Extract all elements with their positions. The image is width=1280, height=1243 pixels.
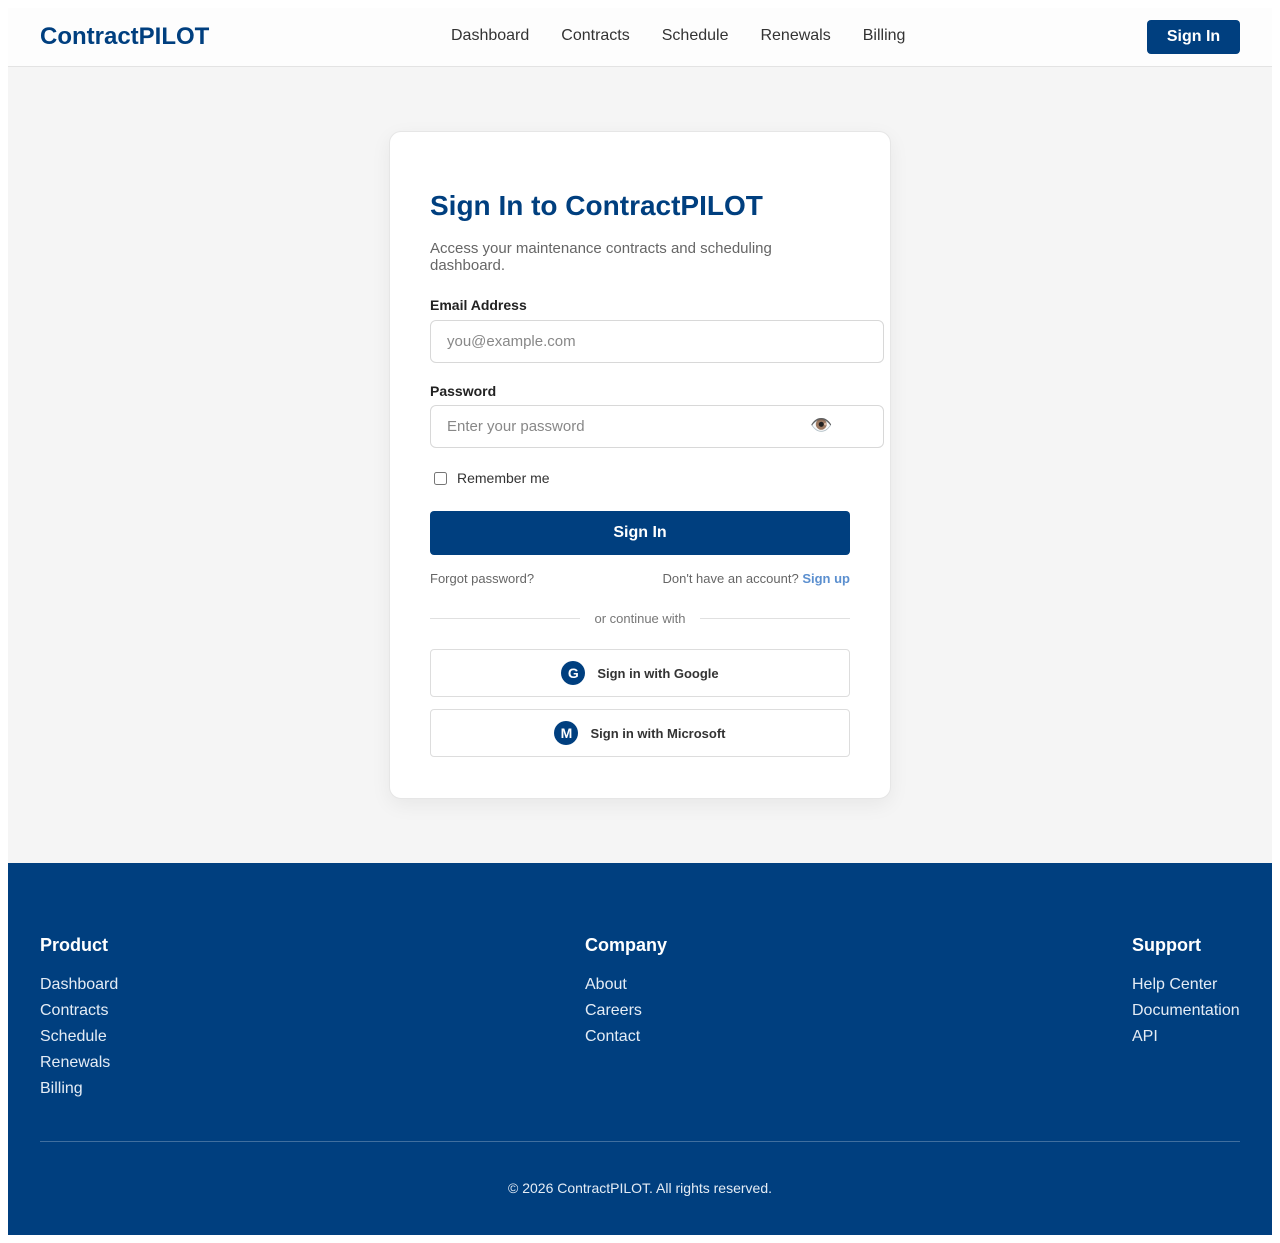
- footer-support-heading: Support: [1132, 935, 1201, 955]
- footer-link-about[interactable]: About: [585, 972, 667, 998]
- microsoft-sign-in-button[interactable]: M Sign in with Microsoft: [430, 709, 850, 757]
- nav-schedule[interactable]: Schedule: [662, 27, 729, 45]
- logo[interactable]: ContractPILOT: [40, 23, 209, 51]
- header-sign-in-button[interactable]: Sign In: [1147, 20, 1240, 54]
- nav-dashboard[interactable]: Dashboard: [451, 27, 529, 45]
- nav-billing[interactable]: Billing: [863, 27, 906, 45]
- sign-up-link[interactable]: Sign up: [802, 571, 850, 586]
- microsoft-icon: M: [554, 721, 579, 745]
- remember-me-checkbox[interactable]: [434, 471, 447, 485]
- site-footer: Product Dashboard Contracts Schedule Ren…: [8, 863, 1272, 1235]
- no-account-text: Don't have an account?: [662, 571, 799, 586]
- sign-in-card: Sign In to ContractPILOT Access your mai…: [389, 131, 891, 799]
- footer-product-heading: Product: [40, 935, 109, 955]
- footer-link-api[interactable]: API: [1132, 1024, 1240, 1050]
- google-sign-in-label: Sign in with Google: [597, 665, 719, 681]
- page-title: Sign In to ContractPILOT: [430, 190, 763, 221]
- footer-link-billing[interactable]: Billing: [40, 1076, 118, 1102]
- divider-line-right: [700, 618, 850, 619]
- show-password-icon[interactable]: 👁️: [810, 415, 832, 436]
- footer-company-heading: Company: [585, 935, 668, 955]
- nav-contracts[interactable]: Contracts: [561, 27, 629, 45]
- nav-renewals[interactable]: Renewals: [760, 27, 830, 45]
- sign-in-button[interactable]: Sign In: [430, 511, 850, 555]
- footer-link-contracts[interactable]: Contracts: [40, 998, 118, 1024]
- password-label: Password: [430, 383, 497, 399]
- page: ContractPILOT Dashboard Contracts Schedu…: [8, 8, 1272, 1235]
- footer-link-dashboard[interactable]: Dashboard: [40, 972, 118, 998]
- footer-product: Product Dashboard Contracts Schedule Ren…: [40, 935, 118, 1102]
- microsoft-sign-in-label: Sign in with Microsoft: [590, 725, 726, 741]
- site-header: ContractPILOT Dashboard Contracts Schedu…: [8, 8, 1272, 67]
- social-divider: or continue with: [430, 611, 850, 626]
- footer-link-careers[interactable]: Careers: [585, 998, 667, 1024]
- email-input[interactable]: [430, 320, 884, 363]
- footer-link-renewals[interactable]: Renewals: [40, 1050, 118, 1076]
- google-icon: G: [561, 661, 586, 685]
- forgot-password-link[interactable]: Forgot password?: [430, 571, 534, 586]
- email-label: Email Address: [430, 297, 527, 313]
- footer-link-documentation[interactable]: Documentation: [1132, 998, 1240, 1024]
- footer-link-schedule[interactable]: Schedule: [40, 1024, 118, 1050]
- signup-prompt: Don't have an account? Sign up: [663, 571, 851, 586]
- footer-support: Support Help Center Documentation API: [1132, 935, 1240, 1050]
- footer-divider: [40, 1141, 1240, 1142]
- remember-me: Remember me: [430, 470, 550, 486]
- page-subtitle: Access your maintenance contracts and sc…: [430, 240, 772, 274]
- footer-company: Company About Careers Contact: [585, 935, 667, 1050]
- footer-link-contact[interactable]: Contact: [585, 1024, 667, 1050]
- footer-link-help-center[interactable]: Help Center: [1132, 972, 1240, 998]
- google-sign-in-button[interactable]: G Sign in with Google: [430, 649, 850, 697]
- remember-me-label: Remember me: [457, 470, 550, 486]
- copyright: © 2026 ContractPILOT. All rights reserve…: [508, 1180, 772, 1196]
- main-nav: Dashboard Contracts Schedule Renewals Bi…: [451, 27, 905, 45]
